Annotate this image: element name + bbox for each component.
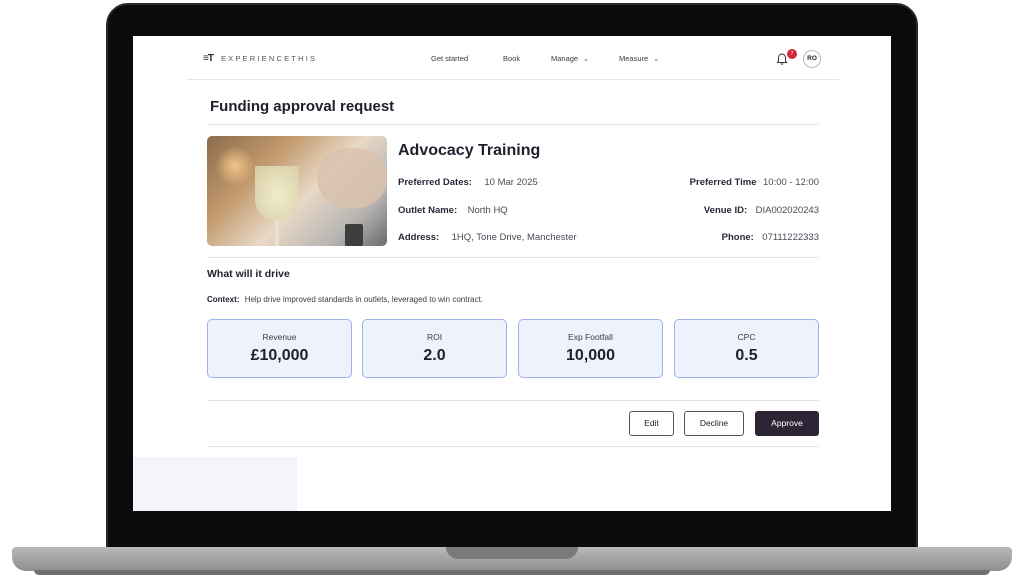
approve-button[interactable]: Approve	[755, 411, 819, 436]
kpi-value: £10,000	[250, 347, 309, 364]
preferred-dates-value: 10 Mar 2025	[484, 177, 538, 188]
kpi-card-exp-footfall: Exp Footfall 10,000	[518, 319, 663, 378]
phone-value: 07111222333	[762, 232, 819, 243]
nav-measure-label: Measure	[619, 54, 649, 63]
divider	[207, 446, 819, 447]
notification-badge: 7	[787, 49, 797, 59]
edit-button[interactable]: Edit	[629, 411, 674, 436]
image-jigger	[345, 224, 363, 246]
chevron-down-icon: ⌄	[653, 55, 660, 63]
address-label: Address:	[398, 232, 440, 243]
context-label: Context:	[207, 295, 240, 304]
avatar[interactable]: RO	[803, 50, 821, 68]
preferred-dates-field: Preferred Dates: 10 Mar 2025	[398, 172, 538, 190]
venue-id-field: Venue ID: DIA002020243	[704, 200, 819, 218]
preferred-time-label: Preferred Time	[689, 177, 757, 188]
kpi-label: ROI	[426, 332, 443, 342]
kpi-card-roi: ROI 2.0	[362, 319, 507, 378]
event-title: Advocacy Training	[398, 142, 541, 159]
nav-book[interactable]: Book	[503, 54, 520, 63]
laptop-base-foot	[34, 570, 990, 575]
divider	[207, 124, 819, 125]
kpi-value: 0.5	[735, 347, 758, 364]
preferred-time-field: Preferred Time 10:00 - 12:00	[690, 172, 819, 190]
kpi-value: 10,000	[566, 347, 615, 364]
outlet-name-label: Outlet Name:	[398, 205, 458, 216]
logo-mark: ≡T	[203, 53, 214, 64]
divider	[207, 257, 819, 258]
decline-button[interactable]: Decline	[684, 411, 744, 436]
kpi-value: 2.0	[423, 347, 446, 364]
image-glass	[255, 166, 299, 221]
screen-corner-panel	[133, 457, 297, 511]
nav-measure[interactable]: Measure ⌄	[619, 54, 659, 63]
kpi-card-revenue: Revenue £10,000	[207, 319, 352, 378]
logo[interactable]: ≡T EXPERIENCETHIS	[203, 53, 317, 64]
address-value: 1HQ, Tone Drive, Manchester	[451, 232, 577, 243]
laptop-notch	[446, 547, 578, 559]
image-glass-stem	[275, 220, 279, 246]
preferred-dates-label: Preferred Dates:	[398, 177, 472, 188]
chevron-down-icon: ⌄	[583, 55, 589, 63]
logo-text: EXPERIENCETHIS	[220, 54, 318, 63]
kpi-label: Revenue	[262, 332, 297, 342]
section-title: What will it drive	[207, 268, 290, 280]
nav-manage[interactable]: Manage ⌄	[551, 54, 589, 63]
divider	[207, 400, 819, 401]
address-field: Address: 1HQ, Tone Drive, Manchester	[398, 227, 577, 245]
image-bokeh	[215, 146, 255, 186]
screen: ≡T EXPERIENCETHIS Get started Book Manag…	[133, 36, 891, 511]
venue-id-value: DIA002020243	[755, 205, 819, 216]
phone-label: Phone:	[721, 232, 754, 243]
nav-manage-label: Manage	[551, 54, 579, 63]
kpi-label: Exp Footfall	[568, 332, 613, 342]
image-hand	[317, 148, 387, 208]
kpi-card-cpc: CPC 0.5	[674, 319, 819, 378]
nav-get-started-label: Get started	[431, 54, 469, 63]
nav-get-started[interactable]: Get started	[431, 54, 468, 63]
context-text: Context: Help drive improved standards i…	[207, 295, 483, 304]
event-image	[207, 136, 387, 246]
outlet-name-field: Outlet Name: North HQ	[398, 200, 508, 218]
top-nav: ≡T EXPERIENCETHIS Get started Book Manag…	[187, 36, 839, 80]
context-value: Help drive improved standards in outlets…	[244, 295, 484, 304]
nav-book-label: Book	[503, 54, 521, 63]
venue-id-label: Venue ID:	[703, 205, 748, 216]
preferred-time-value: 10:00 - 12:00	[763, 177, 819, 188]
kpi-label: CPC	[737, 332, 756, 342]
page-title: Funding approval request	[210, 98, 395, 115]
outlet-name-value: North HQ	[467, 205, 508, 216]
phone-field: Phone: 07111222333	[722, 227, 819, 245]
